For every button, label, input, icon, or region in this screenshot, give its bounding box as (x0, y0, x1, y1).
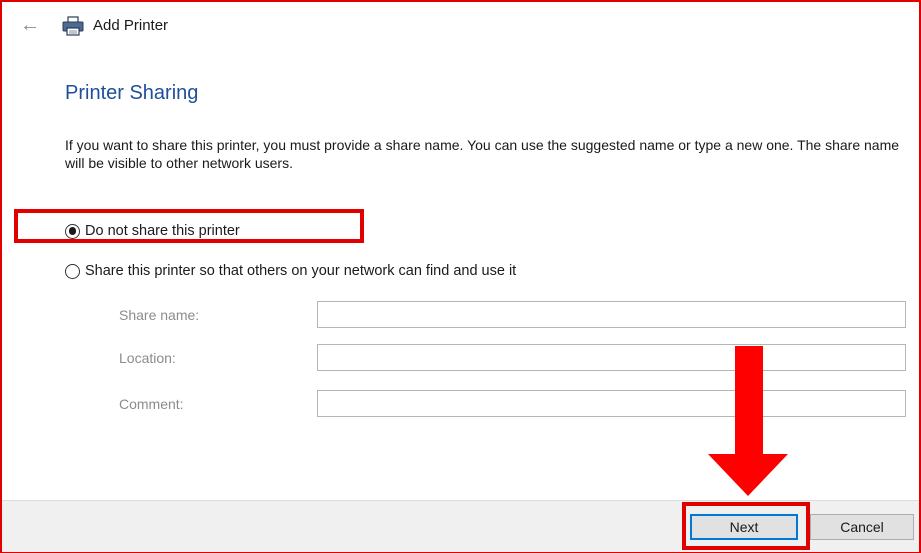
highlight-box-next (682, 502, 810, 550)
title-bar: ← Add Printer (2, 2, 919, 52)
back-arrow-icon[interactable]: ← (20, 15, 40, 35)
radio-button-unchecked[interactable] (65, 263, 80, 279)
cancel-button[interactable]: Cancel (810, 514, 914, 540)
printer-icon (62, 16, 84, 36)
location-input[interactable] (317, 344, 906, 371)
share-name-input[interactable] (317, 301, 906, 328)
radio-share-printer[interactable]: Share this printer so that others on you… (65, 260, 516, 282)
window-title: Add Printer (93, 17, 169, 34)
share-name-label: Share name: (119, 307, 200, 323)
comment-input[interactable] (317, 390, 906, 417)
highlight-box-do-not-share (14, 209, 364, 243)
location-label: Location: (119, 350, 176, 366)
comment-label: Comment: (119, 396, 184, 412)
radio-label: Share this printer so that others on you… (85, 263, 517, 279)
red-arrow-pointer-icon (708, 346, 788, 496)
page-description: If you want to share this printer, you m… (65, 137, 900, 171)
page-heading: Printer Sharing (65, 82, 199, 104)
